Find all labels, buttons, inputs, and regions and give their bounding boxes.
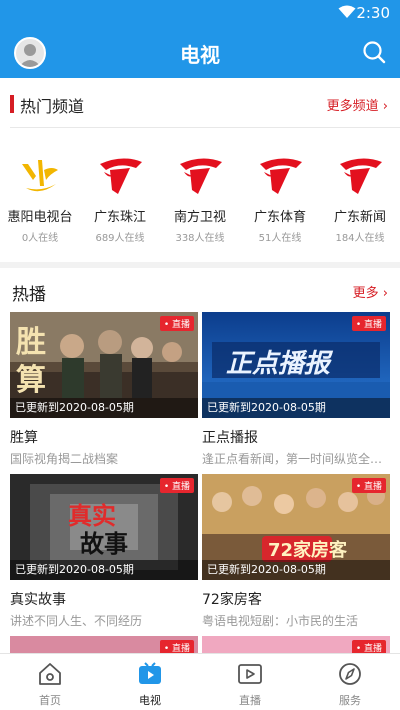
tab-label: 电视: [139, 694, 161, 707]
more-channels-link[interactable]: 更多频道 ›: [327, 95, 388, 114]
video-icon: [238, 664, 262, 684]
program-card[interactable]: 真实 故事 • 直播 已更新到2020-08-05期 真实故事 讲述不同人生、不…: [10, 474, 198, 629]
svg-text:真实: 真实: [68, 501, 116, 530]
channel-item[interactable]: 南方卫视 338人在线: [160, 150, 240, 244]
program-thumbnail: 真实 故事 • 直播 已更新到2020-08-05期: [10, 474, 198, 580]
channel-online-count: 0人在线: [21, 233, 59, 244]
channel-name: 惠阳电视台: [7, 210, 73, 225]
channel-item[interactable]: 广东体育 51人在线: [240, 150, 320, 244]
tab-home[interactable]: 首页: [0, 654, 100, 710]
program-title: 72家房客: [202, 592, 262, 608]
program-thumbnail: 正点播报 • 直播 已更新到2020-08-05期: [202, 312, 390, 418]
channel-online-count: 338人在线: [175, 233, 225, 244]
tab-label: 首页: [39, 694, 61, 707]
huiyang-tv-logo: [22, 160, 58, 192]
channel-name: 广东新闻: [333, 210, 386, 225]
section-title: 热门频道: [20, 97, 85, 116]
wifi-icon: [338, 5, 356, 18]
gdtv-logo: [180, 158, 222, 194]
status-time: 2:30: [356, 4, 390, 22]
live-badge: • 直播: [159, 478, 194, 493]
program-title: 真实故事: [10, 592, 66, 608]
update-caption: 已更新到2020-08-05期: [10, 560, 198, 580]
hot-channels-header: 热门频道 更多频道 ›: [10, 84, 400, 128]
hot-channels-section: 热门频道 更多频道 › 惠阳电视台 0人在线 广东珠江 689人在线 南方卫视 …: [0, 78, 400, 262]
chevron-right-icon: ›: [382, 286, 388, 301]
tab-label: 服务: [339, 694, 361, 707]
live-badge: • 直播: [159, 640, 194, 653]
bottom-tab-bar: 首页 电视 直播 服务: [0, 653, 400, 710]
gdtv-logo: [260, 158, 302, 194]
program-thumbnail: • 直播: [10, 636, 198, 653]
page-title: 电视: [180, 43, 220, 67]
program-description: 国际视角揭二战档案: [10, 452, 119, 466]
svg-text:72家房客: 72家房客: [268, 539, 348, 561]
program-card[interactable]: 72家房客 • 直播 已更新到2020-08-05期 72家房客 粤语电视短剧：…: [202, 474, 390, 629]
svg-text:故事: 故事: [80, 529, 128, 558]
channel-item[interactable]: 惠阳电视台 0人在线: [0, 150, 80, 244]
live-badge: • 直播: [351, 316, 386, 331]
program-thumbnail: • 直播: [202, 636, 390, 653]
hot-play-header: 热播 更多 ›: [0, 268, 400, 312]
program-card[interactable]: 胜 算 • 直播 已更新到2020-08-05期 胜算 国际视角揭二战档案: [10, 312, 198, 467]
hot-play-section: 热播 更多 › 胜 算 • 直播 已更新到2020-08-05期 胜算 国际视角…: [0, 268, 400, 653]
search-icon[interactable]: [362, 40, 386, 64]
app-header: 电视: [0, 26, 400, 78]
channel-item[interactable]: 广东新闻 184人在线: [320, 150, 400, 244]
channel-online-count: 689人在线: [95, 233, 145, 244]
svg-text:正点播报: 正点播报: [226, 349, 334, 379]
program-card[interactable]: 正点播报 • 直播 已更新到2020-08-05期 正点播报 逢正点看新闻，第一…: [202, 312, 390, 467]
tab-tv[interactable]: 电视: [100, 654, 200, 710]
channel-online-count: 184人在线: [335, 233, 385, 244]
tab-service[interactable]: 服务: [300, 654, 400, 710]
program-card[interactable]: • 直播: [202, 636, 390, 653]
program-description: 讲述不同人生、不同经历: [10, 614, 143, 628]
gdtv-logo: [340, 158, 382, 194]
live-badge: • 直播: [351, 478, 386, 493]
live-badge: • 直播: [159, 316, 194, 331]
gdtv-logo: [100, 158, 142, 194]
channel-list: 惠阳电视台 0人在线 广东珠江 689人在线 南方卫视 338人在线 广东体育 …: [0, 150, 400, 244]
more-link[interactable]: 更多 ›: [353, 282, 388, 301]
program-description: 逢正点看新闻，第一时间纵览全球…: [202, 452, 390, 466]
status-bar: 2:30: [0, 0, 400, 26]
section-accent-bar: [10, 95, 14, 113]
program-card[interactable]: • 直播: [10, 636, 198, 653]
program-title: 胜算: [10, 430, 38, 446]
channel-name: 南方卫视: [173, 210, 226, 225]
update-caption: 已更新到2020-08-05期: [10, 398, 198, 418]
program-description: 粤语电视短剧：小市民的生活: [202, 614, 359, 628]
channel-online-count: 51人在线: [258, 233, 302, 244]
channel-name: 广东珠江: [93, 210, 146, 225]
tab-label: 直播: [239, 694, 261, 707]
section-title: 热播: [12, 285, 46, 305]
program-title: 正点播报: [202, 430, 258, 446]
live-badge: • 直播: [351, 640, 386, 653]
tab-live[interactable]: 直播: [200, 654, 300, 710]
update-caption: 已更新到2020-08-05期: [202, 398, 390, 418]
svg-text:胜: 胜: [16, 325, 46, 360]
channel-name: 广东体育: [253, 210, 306, 225]
update-caption: 已更新到2020-08-05期: [202, 560, 390, 580]
svg-text:算: 算: [16, 363, 46, 398]
channel-item[interactable]: 广东珠江 689人在线: [80, 150, 160, 244]
tv-icon: [139, 662, 161, 684]
chevron-right-icon: ›: [382, 99, 388, 114]
program-thumbnail: 胜 算 • 直播 已更新到2020-08-05期: [10, 312, 198, 418]
home-icon: [39, 663, 61, 685]
compass-icon: [339, 663, 361, 685]
program-thumbnail: 72家房客 • 直播 已更新到2020-08-05期: [202, 474, 390, 580]
